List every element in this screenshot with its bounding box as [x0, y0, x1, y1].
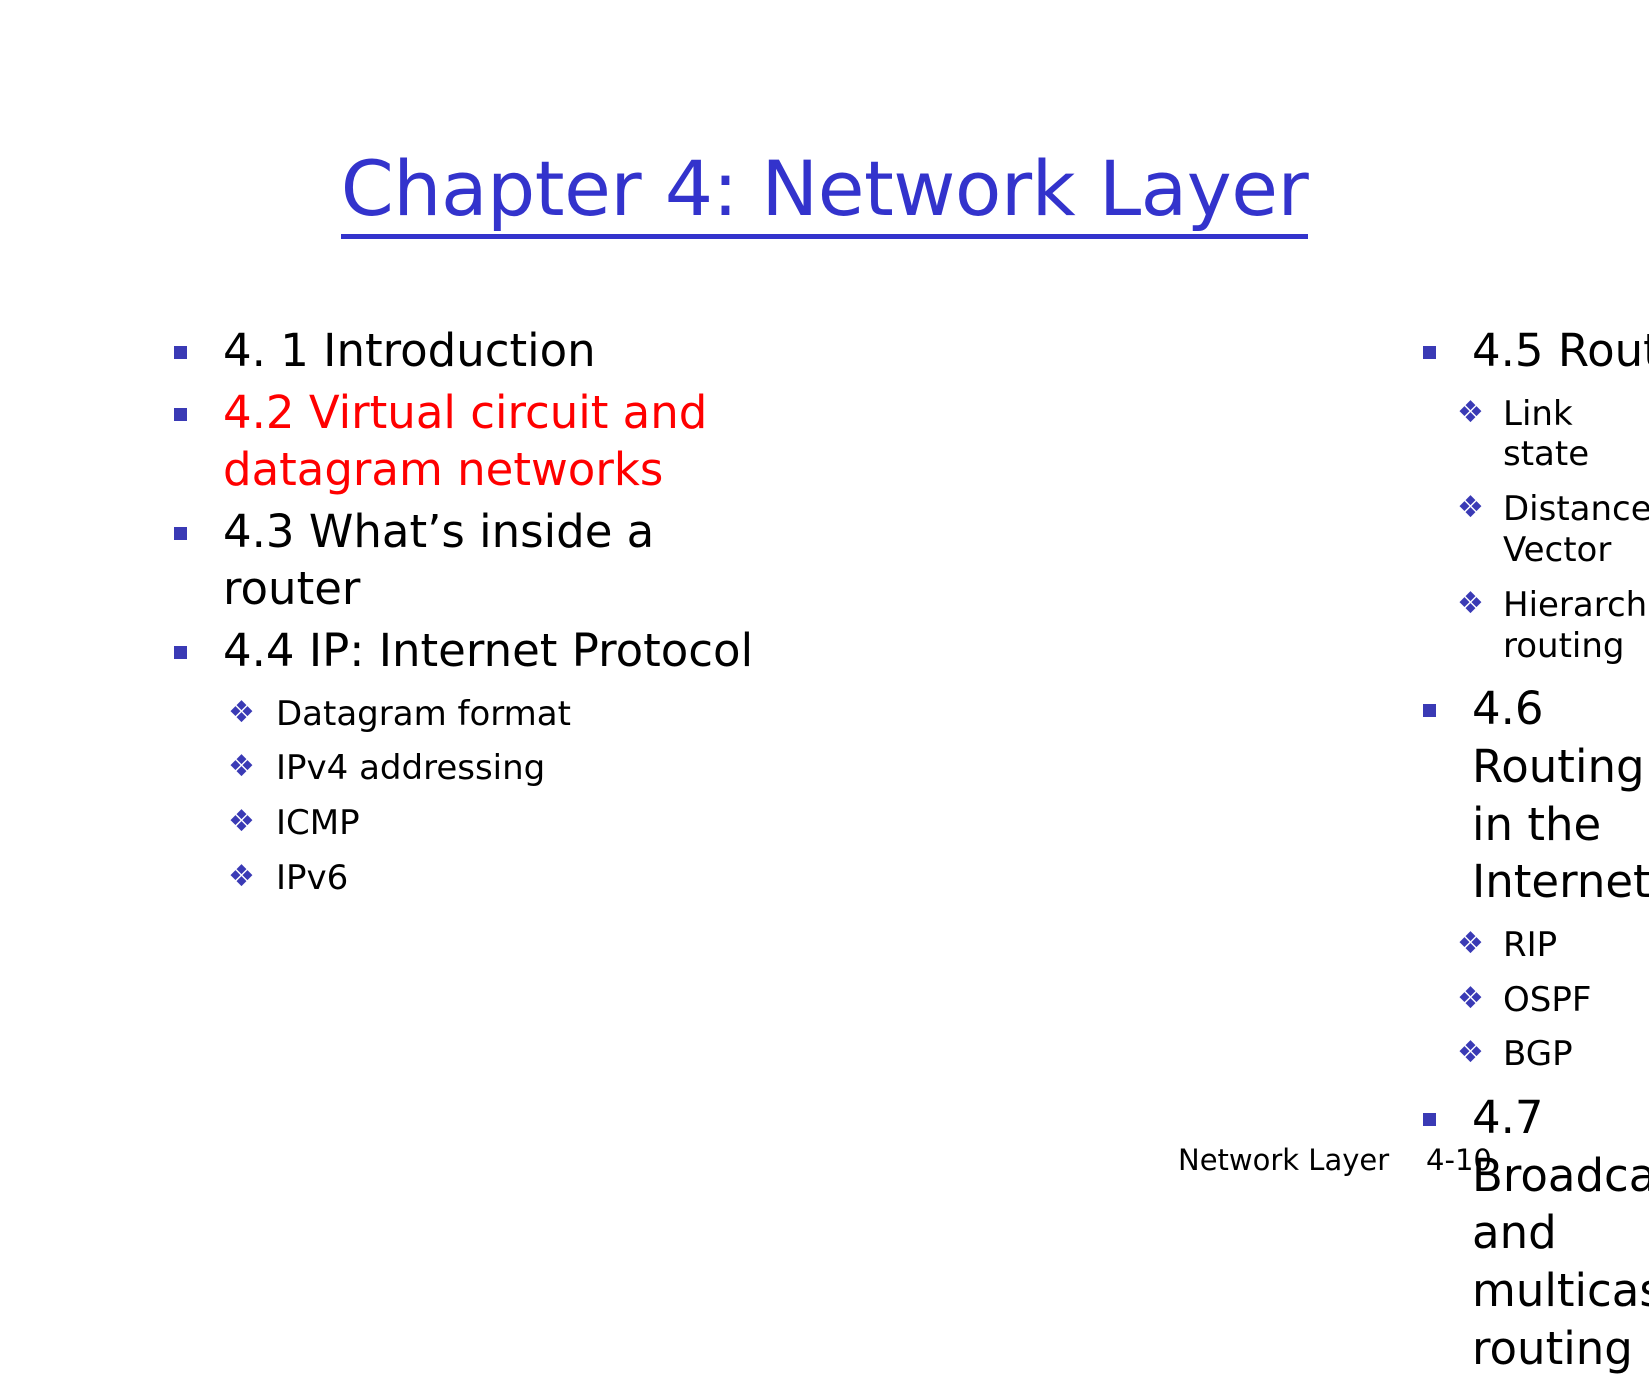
slide-body: 4. 1 Introduction 4.2 Virtual circuit an… — [0, 322, 1649, 1375]
subbullet-label: ICMP — [276, 803, 360, 844]
subbullet-link-state: ❖ Link state — [1415, 394, 1649, 476]
bullet-label: 4.5 Routing algorithms — [1472, 324, 1649, 377]
page-title-text: Chapter 4: Network Layer — [340, 147, 1309, 240]
subbullet-hierarchical-routing: ❖ Hierarchical routing — [1415, 585, 1649, 667]
diamond-bullet-icon: ❖ — [228, 804, 255, 840]
subbullet-label: BGP — [1503, 1034, 1573, 1075]
subbullet-ipv6: ❖ IPv6 — [166, 858, 790, 899]
square-bullet-icon — [1423, 346, 1436, 359]
diamond-bullet-icon: ❖ — [228, 749, 255, 785]
square-bullet-icon — [174, 346, 187, 359]
square-bullet-icon — [174, 407, 187, 421]
diamond-bullet-icon: ❖ — [1457, 925, 1484, 961]
subbullet-label: IPv4 addressing — [276, 748, 546, 789]
subbullet-bgp: ❖ BGP — [1415, 1034, 1649, 1075]
bullet-4-7: 4.7 Broadcast and multicast routing — [1415, 1089, 1649, 1377]
subbullet-rip: ❖ RIP — [1415, 925, 1649, 966]
diamond-bullet-icon: ❖ — [228, 858, 255, 894]
left-column: 4. 1 Introduction 4.2 Virtual circuit an… — [0, 322, 790, 1022]
bullet-label: 4. 1 Introduction — [223, 324, 596, 377]
slide-canvas: Chapter 4: Network Layer 4. 1 Introducti… — [0, 0, 1649, 1375]
square-bullet-icon — [1423, 1113, 1436, 1127]
bullet-label: 4.4 IP: Internet Protocol — [223, 623, 754, 677]
subbullet-label: Distance Vector — [1503, 489, 1649, 570]
subbullet-datagram-format: ❖ Datagram format — [166, 694, 790, 735]
bullet-label: 4.6 Routing in the Internet — [1472, 682, 1649, 909]
page-title: Chapter 4: Network Layer — [0, 147, 1649, 240]
bullet-4-4: 4.4 IP: Internet Protocol — [166, 622, 790, 680]
subbullet-label: Datagram format — [276, 693, 571, 734]
diamond-bullet-icon: ❖ — [1457, 1035, 1484, 1071]
bullet-label: 4.3 What’s inside a router — [223, 504, 655, 616]
subbullet-ospf: ❖ OSPF — [1415, 980, 1649, 1021]
diamond-bullet-icon: ❖ — [1457, 980, 1484, 1016]
bullet-4-3: 4.3 What’s inside a router — [166, 503, 790, 618]
diamond-bullet-icon: ❖ — [1457, 585, 1484, 621]
bullet-label: 4.7 Broadcast and multicast routing — [1472, 1091, 1649, 1375]
subbullet-label: RIP — [1503, 924, 1558, 965]
bullet-4-6: 4.6 Routing in the Internet — [1415, 680, 1649, 910]
slide-footer: Network Layer 4-10 — [1178, 1143, 1492, 1177]
square-bullet-icon — [174, 526, 187, 540]
subbullet-distance-vector: ❖ Distance Vector — [1415, 489, 1649, 571]
subbullet-label: Link state — [1503, 393, 1590, 475]
bullet-4-2: 4.2 Virtual circuit and datagram network… — [166, 384, 790, 499]
subbullet-label: OSPF — [1503, 979, 1592, 1020]
bullet-label: 4.2 Virtual circuit and datagram network… — [223, 385, 708, 497]
square-bullet-icon — [174, 645, 187, 659]
square-bullet-icon — [1423, 704, 1436, 718]
bullet-4-5: 4.5 Routing algorithms — [1415, 322, 1649, 380]
diamond-bullet-icon: ❖ — [228, 694, 255, 730]
diamond-bullet-icon: ❖ — [1457, 394, 1484, 430]
bullet-4-1: 4. 1 Introduction — [166, 322, 790, 380]
right-column: 4.5 Routing algorithms ❖ Link state ❖ Di… — [790, 322, 1649, 1375]
diamond-bullet-icon: ❖ — [1457, 490, 1484, 526]
subbullet-ipv4-addressing: ❖ IPv4 addressing — [166, 748, 790, 789]
subbullet-label: IPv6 — [276, 857, 349, 898]
subbullet-icmp: ❖ ICMP — [166, 803, 790, 844]
subbullet-label: Hierarchical routing — [1503, 584, 1649, 666]
